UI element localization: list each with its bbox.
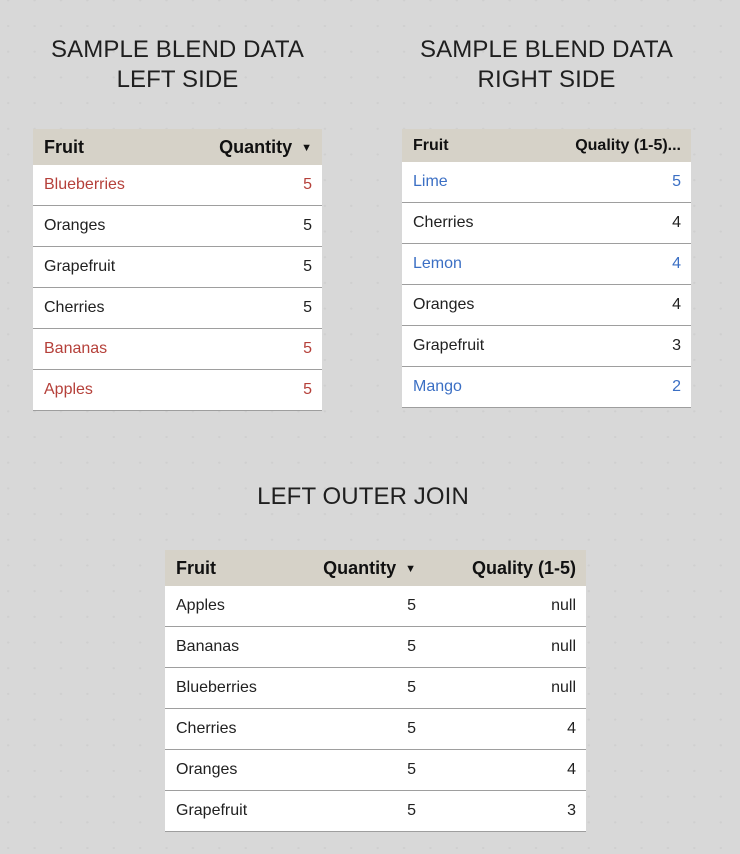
cell-fruit: Apples — [176, 597, 225, 614]
table-row[interactable]: Grapefruit 5 — [33, 247, 322, 288]
table-row[interactable]: Oranges 5 — [33, 206, 322, 247]
table-row[interactable]: Lemon 4 — [402, 244, 691, 285]
cell-fruit: Blueberries — [176, 679, 257, 696]
table-row[interactable]: Apples 5 — [33, 370, 322, 411]
left-outer-join-table: Fruit Quantity ▼ Quality (1-5) Apples 5 nul… — [165, 550, 586, 832]
right-side-table: Fruit Quality (1-5)... Lime 5 Cherries 4 Lem… — [402, 129, 691, 408]
sort-descending-icon[interactable]: ▼ — [301, 142, 312, 154]
cell-quality: 3 — [567, 802, 576, 819]
table-row[interactable]: Blueberries 5 null — [165, 668, 586, 709]
cell-quality: 4 — [672, 255, 681, 272]
cell-fruit: Grapefruit — [44, 258, 116, 275]
cell-quantity: 5 — [303, 217, 312, 234]
cell-fruit: Lime — [413, 173, 448, 190]
cell-quantity: 5 — [303, 299, 312, 316]
table-row[interactable]: Mango 2 — [402, 367, 691, 408]
table-row[interactable]: Oranges 5 4 — [165, 750, 586, 791]
cell-quantity: 5 — [407, 761, 416, 778]
cell-quality: 4 — [567, 720, 576, 737]
cell-quantity: 5 — [407, 720, 416, 737]
table-row[interactable]: Bananas 5 null — [165, 627, 586, 668]
right-title-line1: SAMPLE BLEND DATA — [420, 36, 673, 63]
right-panel-title: SAMPLE BLEND DATA RIGHT SIDE — [402, 35, 691, 95]
cell-fruit: Grapefruit — [413, 337, 485, 354]
table-header: Fruit Quality (1-5)... — [402, 129, 691, 162]
table-row[interactable]: Blueberries 5 — [33, 165, 322, 206]
join-panel-title: LEFT OUTER JOIN — [257, 483, 469, 510]
left-title-line2: LEFT SIDE — [116, 66, 239, 93]
table-row[interactable]: Lime 5 — [402, 162, 691, 203]
table-header: Fruit Quantity ▼ — [33, 129, 322, 165]
table-row[interactable]: Apples 5 null — [165, 586, 586, 627]
cell-fruit: Grapefruit — [176, 802, 248, 819]
column-header-label: Quantity — [219, 136, 293, 157]
table-row[interactable]: Grapefruit 5 3 — [165, 791, 586, 832]
left-panel-title: SAMPLE BLEND DATA LEFT SIDE — [33, 35, 322, 95]
cell-quantity: 5 — [407, 802, 416, 819]
column-header-fruit[interactable]: Fruit — [33, 137, 183, 158]
left-side-table: Fruit Quantity ▼ Blueberries 5 Oranges 5 Grap… — [33, 129, 322, 411]
cell-fruit: Bananas — [176, 638, 240, 655]
sort-descending-icon[interactable]: ▼ — [405, 563, 416, 575]
cell-quality: 4 — [672, 296, 681, 313]
table-row[interactable]: Grapefruit 3 — [402, 326, 691, 367]
cell-quality: null — [551, 638, 576, 655]
cell-fruit: Oranges — [44, 217, 106, 234]
cell-quality: 2 — [672, 378, 681, 395]
cell-quantity: 5 — [303, 340, 312, 357]
cell-fruit: Lemon — [413, 255, 462, 272]
column-header-quality[interactable]: Quality (1-5) — [430, 558, 586, 579]
cell-quantity: 5 — [303, 258, 312, 275]
right-title-line2: RIGHT SIDE — [477, 66, 616, 93]
cell-quality: 4 — [672, 214, 681, 231]
column-header-label: Quantity — [323, 557, 397, 578]
cell-fruit: Oranges — [413, 296, 475, 313]
cell-quality: 5 — [672, 173, 681, 190]
table-row[interactable]: Cherries 4 — [402, 203, 691, 244]
cell-quantity: 5 — [407, 597, 416, 614]
cell-quantity: 5 — [303, 176, 312, 193]
column-header-quantity[interactable]: Quantity ▼ — [183, 137, 322, 158]
cell-quality: null — [551, 679, 576, 696]
table-row[interactable]: Bananas 5 — [33, 329, 322, 370]
column-header-quantity[interactable]: Quantity ▼ — [297, 558, 430, 579]
cell-fruit: Mango — [413, 378, 462, 395]
cell-quantity: 5 — [407, 679, 416, 696]
cell-fruit: Oranges — [176, 761, 238, 778]
cell-quantity: 5 — [303, 381, 312, 398]
table-row[interactable]: Cherries 5 — [33, 288, 322, 329]
column-header-quality[interactable]: Quality (1-5)... — [542, 137, 691, 155]
cell-fruit: Cherries — [176, 720, 237, 737]
cell-quality: null — [551, 597, 576, 614]
table-row[interactable]: Oranges 4 — [402, 285, 691, 326]
cell-fruit: Bananas — [44, 340, 108, 357]
left-title-line1: SAMPLE BLEND DATA — [51, 36, 304, 63]
cell-fruit: Cherries — [44, 299, 105, 316]
cell-fruit: Blueberries — [44, 176, 125, 193]
cell-fruit: Apples — [44, 381, 93, 398]
table-row[interactable]: Cherries 5 4 — [165, 709, 586, 750]
column-header-fruit[interactable]: Fruit — [402, 137, 542, 155]
cell-quality: 3 — [672, 337, 681, 354]
cell-quality: 4 — [567, 761, 576, 778]
cell-quantity: 5 — [407, 638, 416, 655]
table-header: Fruit Quantity ▼ Quality (1-5) — [165, 550, 586, 586]
cell-fruit: Cherries — [413, 214, 474, 231]
column-header-fruit[interactable]: Fruit — [165, 558, 297, 579]
